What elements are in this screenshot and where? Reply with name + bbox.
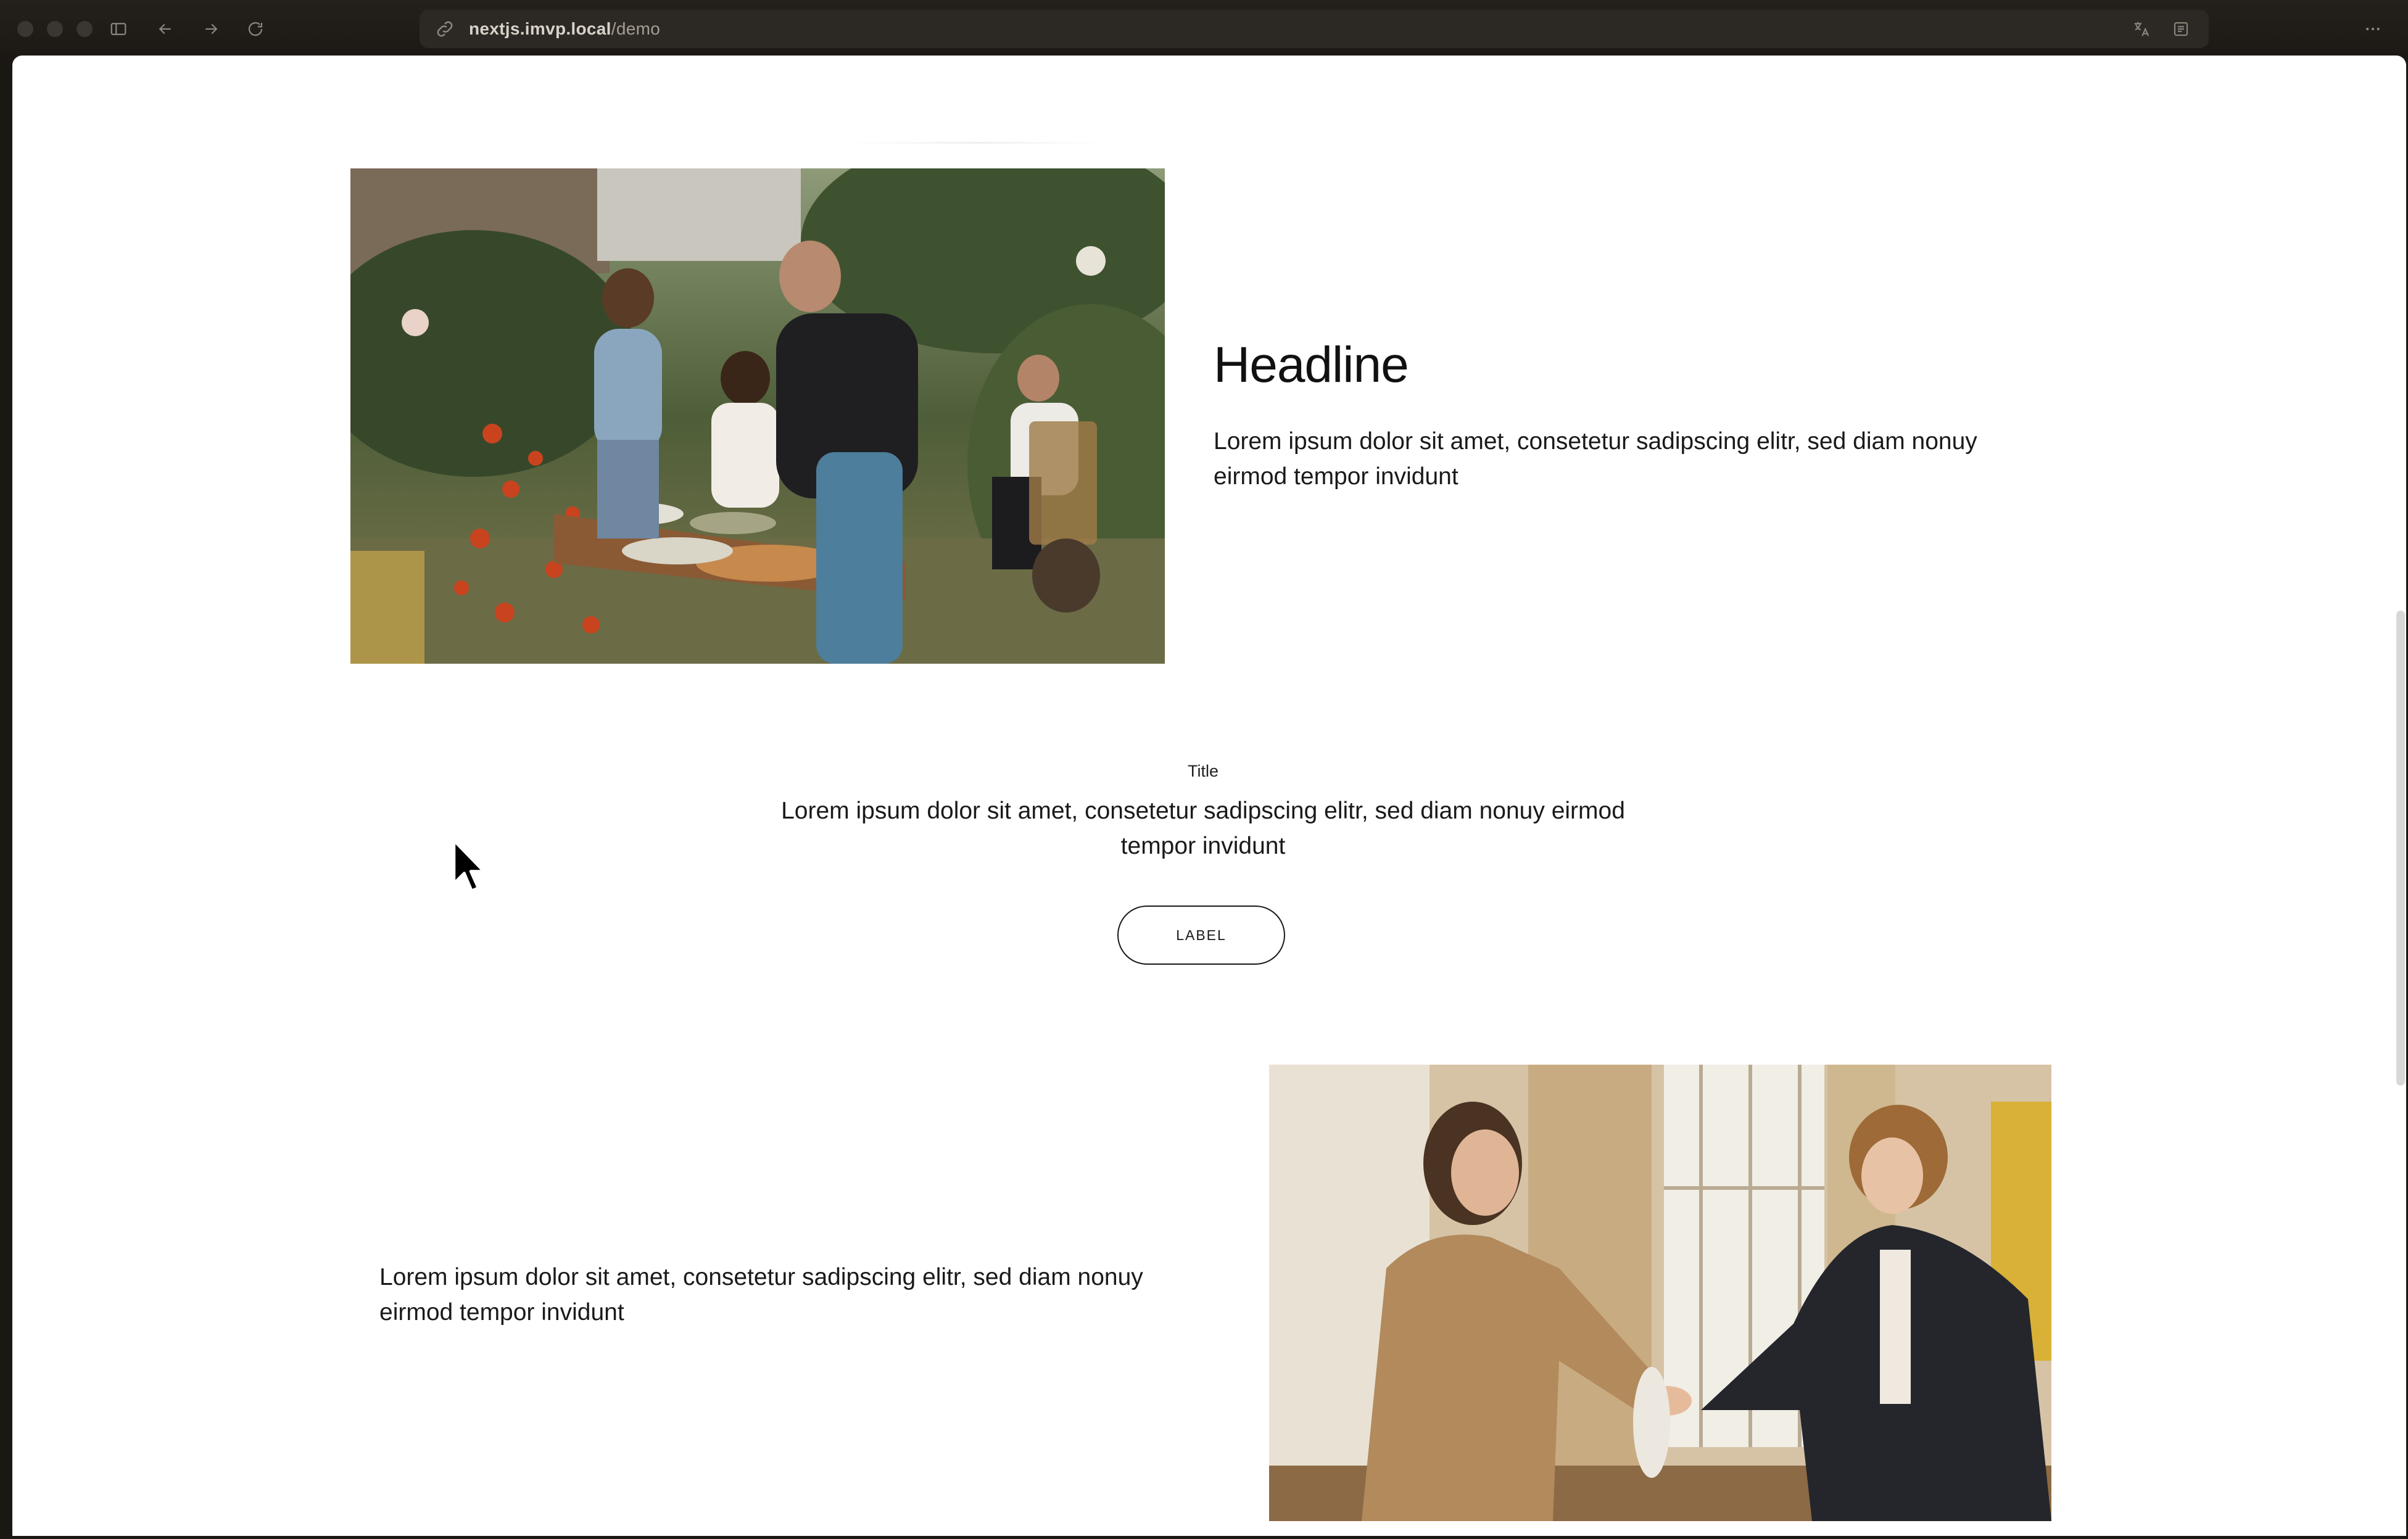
section3-text: Lorem ipsum dolor sit amet, consetetur s… (379, 1264, 1143, 1326)
vertical-scrollbar[interactable] (2396, 611, 2405, 1086)
translate-icon[interactable] (2127, 15, 2156, 43)
address-bar-actions (2127, 15, 2195, 43)
reload-icon[interactable] (239, 14, 271, 44)
minimize-window-button[interactable] (47, 21, 63, 37)
close-window-button[interactable] (17, 21, 33, 37)
zoom-window-button[interactable] (77, 21, 93, 37)
section-title: Title (1187, 762, 1218, 780)
arrow-right-icon[interactable] (195, 14, 227, 44)
more-icon[interactable] (2357, 14, 2389, 44)
browser-toolbar: nextjs.imvp.local/demo (0, 0, 2408, 57)
reader-icon[interactable] (2167, 15, 2195, 43)
cta-block: Title Lorem ipsum dolor sit amet, conset… (759, 762, 1647, 864)
arrow-left-icon[interactable] (149, 14, 181, 44)
sidebar-toggle-icon[interactable] (102, 14, 134, 44)
url-path: /demo (611, 19, 661, 38)
label-button[interactable]: LABEL (1117, 906, 1285, 965)
link-icon (437, 21, 453, 37)
mouse-cursor-icon (452, 839, 486, 893)
page-viewport: Headline Lorem ipsum dolor sit amet, con… (12, 56, 2406, 1536)
divider (848, 142, 1107, 144)
headline: Headline (1214, 337, 1409, 393)
section1-text: Lorem ipsum dolor sit amet, consetetur s… (1214, 428, 1977, 490)
address-text: nextjs.imvp.local/demo (469, 19, 660, 39)
handshake-photo (1269, 1065, 2051, 1521)
section2-text: Lorem ipsum dolor sit amet, consetetur s… (781, 798, 1625, 859)
window-controls (17, 21, 93, 37)
address-bar[interactable]: nextjs.imvp.local/demo (420, 10, 2209, 48)
url-domain: nextjs.imvp.local (469, 19, 611, 38)
garden-dinner-photo (350, 168, 1165, 664)
